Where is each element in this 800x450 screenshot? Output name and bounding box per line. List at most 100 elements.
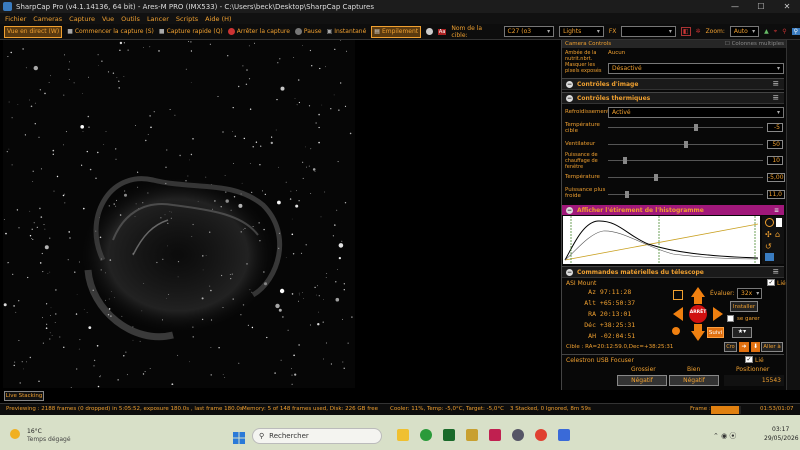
temperature-value: -5,00 [767, 173, 785, 182]
file-explorer-icon[interactable] [397, 429, 409, 441]
minimize-icon[interactable]: — [722, 0, 748, 13]
focuser-linked-checkbox[interactable]: ✓ [745, 356, 753, 363]
image-controls-section[interactable]: − Contrôles d'image ≡ [562, 78, 784, 90]
live-stacking-tab[interactable]: Live Stacking [4, 391, 44, 401]
frame-type-select[interactable]: Lights ▾ [559, 26, 604, 37]
section-menu-icon[interactable]: ≡ [772, 94, 779, 102]
menu-capture[interactable]: Capture [69, 15, 95, 23]
histogram-section-header[interactable]: − Afficher l'étirement de l'histogramme … [562, 205, 784, 215]
stop-capture-button[interactable]: Arrêter la capture [227, 28, 290, 35]
heater-value[interactable]: 10 [767, 156, 783, 165]
heater-slider[interactable] [608, 160, 763, 161]
rate-label: Évaluer: [710, 290, 735, 297]
menu-cameras[interactable]: Cameras [33, 15, 62, 23]
windows-start-icon[interactable] [233, 429, 245, 444]
telescope-controls-section[interactable]: − Commandes matérielles du télescope ≡ [562, 266, 784, 278]
star-tools-button[interactable]: ★▾ [732, 327, 752, 338]
collapse-icon[interactable]: − [566, 268, 573, 276]
app-red-icon[interactable] [489, 429, 501, 441]
multi-columns-toggle[interactable]: ☐ Colonnes multiples [725, 40, 784, 48]
auto-stretch-icon[interactable]: ✣ [765, 230, 772, 239]
camera-preview-image[interactable] [3, 40, 355, 388]
app-folder-icon[interactable] [466, 429, 478, 441]
quick-capture-button[interactable]: ■ Capture rapide (Q) [159, 28, 223, 35]
target-name-input[interactable]: C27 (o3 ▾ [503, 26, 555, 37]
menu-outils[interactable]: Outils [121, 15, 140, 23]
park-checkbox[interactable] [727, 315, 734, 322]
reticle-icon[interactable]: ⌖ [774, 28, 777, 36]
fx-clear-icon[interactable]: ✲ [696, 28, 701, 35]
fx-select[interactable]: ▾ [621, 26, 676, 37]
thermal-controls-section[interactable]: − Contrôles thermiques ≡ [562, 92, 784, 104]
menu-scripts[interactable]: Scripts [176, 15, 198, 23]
heater-knob[interactable] [623, 157, 627, 164]
install-button[interactable]: Installer [730, 301, 758, 312]
close-icon[interactable]: ✕ [774, 0, 800, 13]
stack-button[interactable]: ▤ Empilement [371, 25, 422, 38]
maximize-icon[interactable]: ☐ [748, 0, 774, 13]
chrome-icon[interactable] [535, 429, 547, 441]
goto-button[interactable]: Aller à [761, 342, 783, 352]
live-view-button[interactable]: Vue en direct (W) [4, 25, 63, 38]
start-capture-button[interactable]: ■ Commencer la capture (S) [67, 28, 154, 35]
section-menu-icon[interactable]: ≡ [772, 268, 779, 276]
target-temp-knob[interactable] [694, 124, 698, 131]
sharpcap-taskbar-icon[interactable] [558, 429, 570, 441]
menu-vue[interactable]: Vue [102, 15, 114, 23]
app-phone-icon[interactable] [443, 429, 455, 441]
reset-icon[interactable]: ↺ [765, 242, 772, 251]
snapshot-icon: ▣ [326, 28, 333, 35]
collapse-icon[interactable]: − [566, 94, 573, 102]
frame-label: Frame : [690, 406, 711, 412]
app-green-icon[interactable] [420, 429, 432, 441]
app-icon [3, 2, 12, 11]
arrow-right-icon[interactable]: ➜ [739, 342, 749, 352]
weather-icon[interactable] [10, 429, 20, 439]
menu-fichier[interactable]: Fichier [5, 15, 26, 23]
collapse-icon[interactable]: − [566, 80, 573, 88]
toolbar: Vue en direct (W) ■ Commencer la capture … [0, 24, 800, 40]
taskbar-search[interactable]: ⚲ Rechercher [252, 428, 382, 444]
download-icon[interactable]: ⬇ [751, 342, 760, 352]
system-tray-icons[interactable]: ⌃ ◉ ⦿ [713, 431, 736, 441]
fan-knob[interactable] [684, 141, 688, 148]
zoom-label: Zoom: [705, 28, 725, 35]
mount-linked-checkbox[interactable]: ✓ [767, 279, 775, 286]
pause-button[interactable]: Pause [294, 28, 322, 35]
rate-select[interactable]: 32x ▾ [737, 288, 762, 299]
coarse-negative-button[interactable]: Négatif [617, 375, 667, 386]
mask-select[interactable]: Désactivé ▾ [608, 63, 784, 74]
zoom-select[interactable]: Auto ▾ [729, 26, 760, 37]
magnifier-icon[interactable]: ⚲ [782, 28, 786, 35]
cooling-select[interactable]: Activé ▾ [608, 107, 784, 118]
collapse-icon[interactable]: − [566, 206, 573, 214]
crop-button[interactable]: Cro [724, 342, 737, 352]
info-icon[interactable] [765, 218, 774, 227]
fan-value[interactable]: 50 [767, 140, 783, 149]
section-menu-icon[interactable]: ≡ [772, 80, 779, 88]
cooler-status: Cooler: 11%, Temp: -5,0°C, Target: -5,0°… [390, 406, 504, 412]
memory-status: Memory: 5 of 148 frames used, Disk: 226 … [242, 406, 379, 412]
faint-row-value: Aucun [608, 50, 626, 56]
section-menu-icon[interactable]: ≡ [774, 207, 779, 214]
save-icon[interactable] [765, 253, 774, 261]
tag-icon[interactable]: Aa [437, 28, 447, 35]
arrow-icon[interactable] [776, 218, 782, 227]
menu-aide[interactable]: Aide (H) [205, 15, 231, 23]
fx-edit-icon[interactable]: ◧ [680, 27, 691, 36]
target-temp-slider[interactable] [608, 127, 763, 128]
histogram-chart[interactable] [563, 216, 760, 264]
histogram-icon[interactable]: ▲ [764, 28, 769, 35]
panel-scrollbar[interactable] [786, 40, 800, 390]
stretch-icon[interactable]: ⌂ [775, 230, 780, 239]
menu-lancer[interactable]: Lancer [147, 15, 169, 23]
temperature-slider [608, 177, 763, 178]
target-temp-value[interactable]: -5 [767, 123, 783, 132]
snapshot-button[interactable]: ▣ Instantané [327, 28, 367, 35]
fine-negative-button[interactable]: Négatif [669, 375, 719, 386]
app-disc-icon[interactable] [512, 429, 524, 441]
tracking-button[interactable]: Suivi [707, 327, 724, 338]
stop-mount-button[interactable]: ARRÊT [687, 310, 709, 315]
pin-icon[interactable]: ⚲ [791, 28, 800, 35]
record-icon[interactable] [426, 28, 433, 35]
